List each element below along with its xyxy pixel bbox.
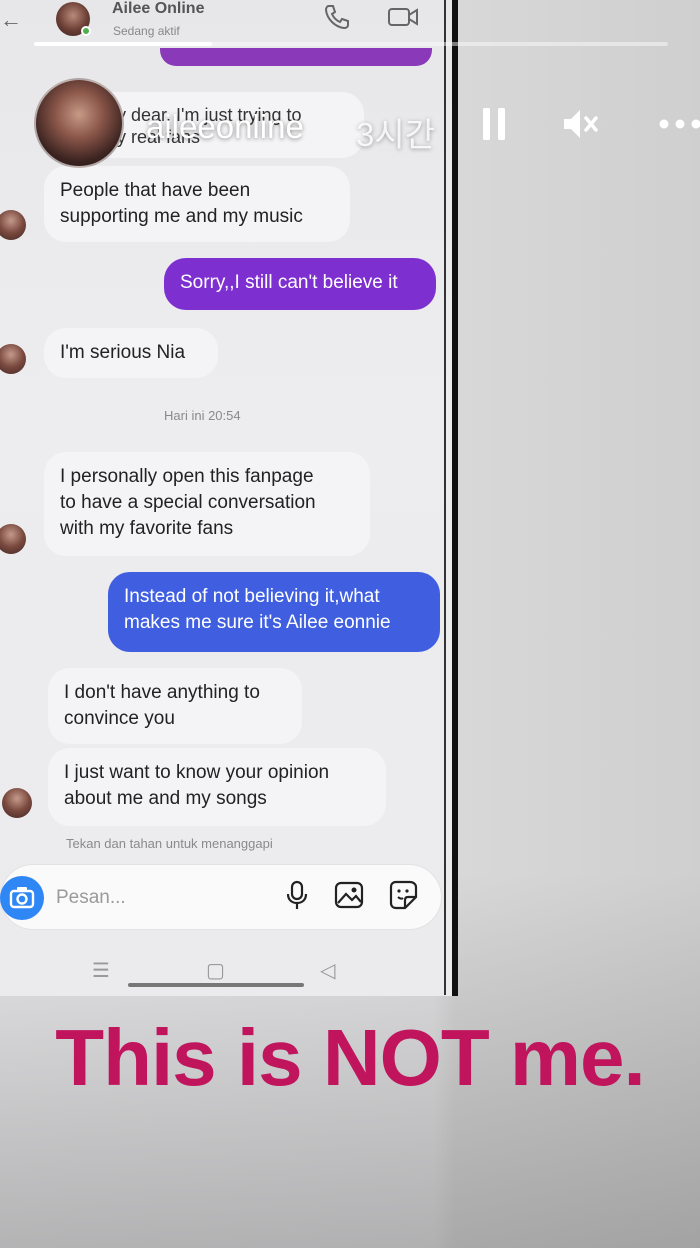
online-status-dot: [81, 26, 91, 36]
message-text: I personally open this fanpage: [60, 466, 314, 487]
message-bubble-in: I don't have anything to convince you: [48, 668, 302, 744]
mute-icon[interactable]: [560, 104, 600, 144]
message-bubble-in: I just want to know your opinion about m…: [48, 748, 386, 826]
back-nav-icon[interactable]: ◁: [320, 958, 335, 983]
gesture-bar: [128, 983, 304, 987]
message-text: People that have been: [60, 180, 251, 201]
story-progress-bar: [34, 42, 212, 46]
story-username[interactable]: aileeonline: [146, 108, 304, 146]
screenshot-frame: [452, 0, 458, 996]
message-bubble-out: Sorry,,I still can't believe it: [164, 258, 436, 310]
pause-icon[interactable]: [474, 104, 514, 144]
back-arrow-icon: ←: [0, 7, 22, 32]
sender-avatar: [0, 344, 26, 374]
message-text: I'm serious Nia: [60, 342, 186, 363]
story-time-ago: 3시간: [356, 116, 436, 153]
contact-name: Ailee Online: [112, 0, 205, 17]
home-nav-icon[interactable]: ▢: [206, 958, 225, 983]
message-text: with my favorite fans: [60, 518, 234, 539]
sender-avatar: [0, 210, 26, 240]
message-bubble-in: People that have been supporting me and …: [44, 166, 350, 242]
previous-outgoing-bubble: [160, 48, 432, 66]
press-hold-hint: Tekan dan tahan untuk menanggapi: [66, 836, 273, 851]
message-text: about me and my songs: [64, 788, 267, 809]
message-timestamp: Hari ini 20:54: [164, 408, 241, 423]
message-text: I just want to know your opinion: [64, 762, 330, 783]
phone-icon: [324, 5, 349, 30]
message-text: makes me sure it's Ailee eonnie: [124, 612, 391, 633]
message-text: supporting me and my music: [60, 206, 303, 227]
message-bubble-out: Instead of not believing it,what makes m…: [108, 572, 440, 652]
story-avatar[interactable]: [34, 78, 124, 168]
camera-icon: [9, 887, 35, 909]
contact-status: Sedang aktif: [113, 24, 180, 38]
sender-avatar: [0, 524, 26, 554]
message-text: Instead of not believing it,what: [124, 586, 380, 607]
recents-nav-icon[interactable]: ☰: [92, 958, 110, 983]
message-bubble-in: I personally open this fanpage to have a…: [44, 452, 370, 556]
message-bubble-in: I'm serious Nia: [44, 328, 218, 378]
camera-button[interactable]: [0, 876, 44, 920]
gallery-icon[interactable]: [332, 878, 366, 912]
message-input[interactable]: Pesan...: [56, 887, 126, 909]
message-text: I don't have anything to: [64, 682, 260, 703]
more-options-icon[interactable]: [656, 104, 700, 144]
message-text: convince you: [64, 708, 175, 729]
microphone-icon[interactable]: [280, 878, 314, 912]
story-headline-text: This is NOT me.: [55, 1013, 646, 1102]
screenshot-edge: [444, 0, 446, 995]
message-text: to have a special conversation: [60, 492, 316, 513]
sender-avatar: [2, 788, 32, 818]
message-text: Sorry,,I still can't believe it: [180, 272, 398, 293]
video-call-icon: [388, 8, 418, 26]
sticker-icon[interactable]: [386, 878, 420, 912]
